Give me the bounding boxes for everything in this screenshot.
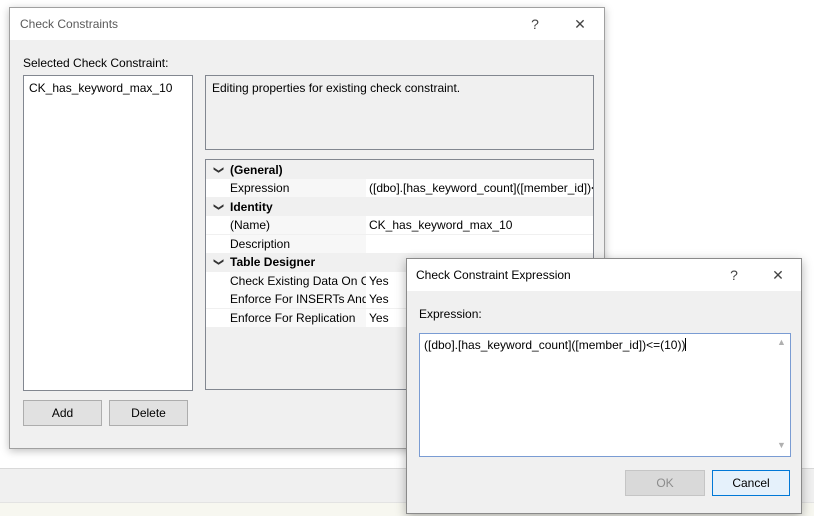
add-button[interactable]: Add	[23, 400, 102, 426]
delete-button[interactable]: Delete	[109, 400, 188, 426]
property-name: Enforce For Replication	[230, 309, 366, 327]
expression-dialog: Check Constraint Expression ? ✕ Expressi…	[406, 258, 802, 514]
close-icon[interactable]: ✕	[565, 12, 595, 36]
property-row-name[interactable]: (Name) CK_has_keyword_max_10	[206, 216, 593, 235]
list-item[interactable]: CK_has_keyword_max_10	[29, 81, 172, 95]
expression-label: Expression:	[419, 307, 482, 321]
close-icon[interactable]: ✕	[763, 263, 793, 287]
property-name: Enforce For INSERTs And U	[230, 290, 366, 308]
text-caret	[685, 338, 687, 351]
category-general[interactable]: ❯ (General)	[206, 161, 593, 179]
property-row-description[interactable]: Description	[206, 235, 593, 254]
selected-constraint-label: Selected Check Constraint:	[23, 56, 169, 70]
category-label: Identity	[230, 200, 273, 214]
expression-textarea[interactable]: ([dbo].[has_keyword_count]([member_id])<…	[419, 333, 791, 457]
property-value[interactable]: ([dbo].[has_keyword_count]([member_id])<…	[369, 179, 593, 197]
category-label: (General)	[230, 163, 283, 177]
description-text: Editing properties for existing check co…	[212, 81, 461, 95]
property-value[interactable]: CK_has_keyword_max_10	[369, 216, 593, 234]
dialog-title: Check Constraints	[20, 17, 119, 31]
dialog-title: Check Constraint Expression	[416, 268, 571, 282]
title-bar: Check Constraint Expression ? ✕	[407, 259, 801, 291]
category-identity[interactable]: ❯ Identity	[206, 198, 593, 216]
chevron-down-icon[interactable]: ❯	[209, 255, 227, 269]
expression-text[interactable]: ([dbo].[has_keyword_count]([member_id])<…	[424, 338, 687, 352]
vertical-scrollbar[interactable]: ▲ ▼	[773, 334, 790, 456]
description-box: Editing properties for existing check co…	[205, 75, 594, 150]
property-row-expression[interactable]: Expression ([dbo].[has_keyword_count]([m…	[206, 179, 593, 198]
help-icon[interactable]: ?	[520, 12, 550, 36]
property-name: Check Existing Data On Cr	[230, 272, 366, 290]
title-bar: Check Constraints ? ✕	[10, 8, 604, 40]
property-name: (Name)	[230, 216, 366, 234]
ok-button[interactable]: OK	[625, 470, 705, 496]
chevron-down-icon[interactable]: ❯	[209, 200, 227, 214]
property-name: Expression	[230, 179, 366, 197]
constraint-list[interactable]: CK_has_keyword_max_10	[23, 75, 193, 391]
scroll-up-icon[interactable]: ▲	[773, 337, 790, 347]
scroll-down-icon[interactable]: ▼	[773, 440, 790, 450]
property-name: Description	[230, 235, 366, 253]
chevron-down-icon[interactable]: ❯	[209, 163, 227, 177]
help-icon[interactable]: ?	[719, 263, 749, 287]
cancel-button[interactable]: Cancel	[712, 470, 790, 496]
